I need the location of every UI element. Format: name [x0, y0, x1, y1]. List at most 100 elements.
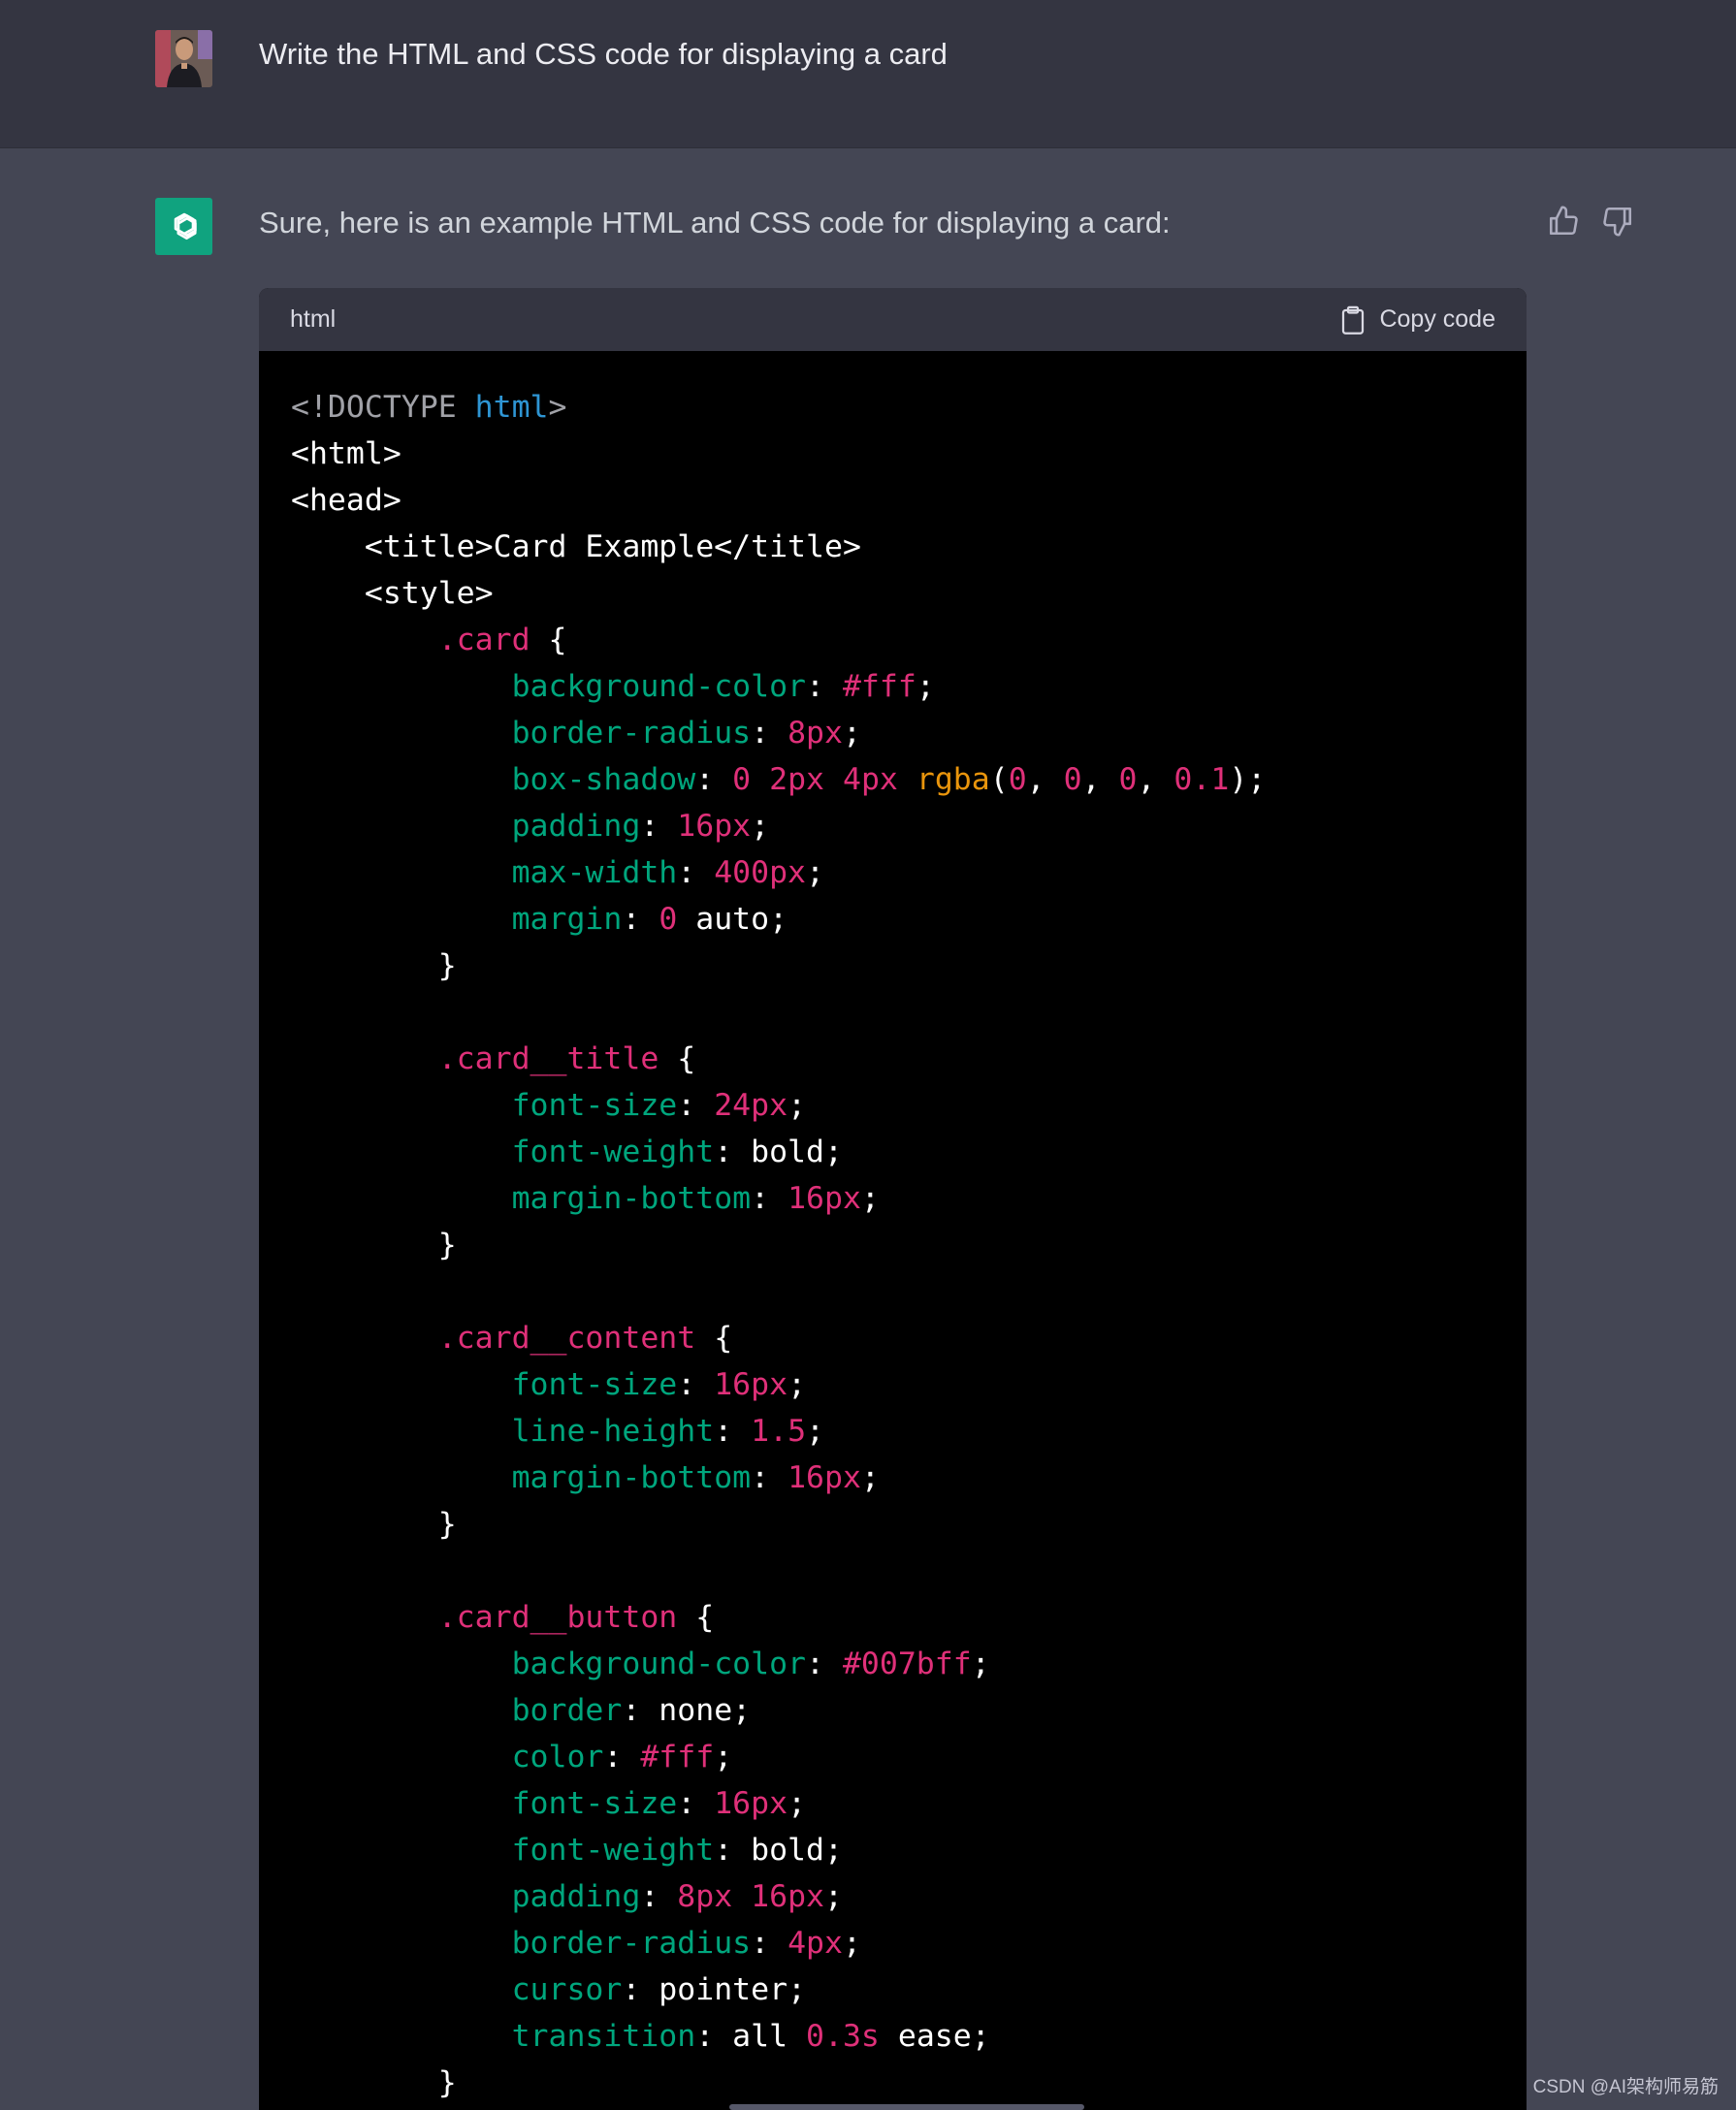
code-token: margin-bottom [511, 1181, 752, 1216]
code-token: 8px [677, 1879, 733, 1914]
code-line: border-radius: 4px; [291, 1920, 1495, 1966]
code-token: font-weight [511, 1135, 715, 1169]
code-token: } [437, 1228, 457, 1263]
code-token: <head> [291, 483, 402, 518]
code-line: font-size: 16px; [291, 1361, 1495, 1408]
code-token: <title>Card Example</title> [364, 529, 861, 564]
code-token: font-size [511, 1786, 678, 1821]
code-token: , [1081, 762, 1119, 797]
code-token: 16px [714, 1786, 788, 1821]
code-line: font-size: 16px; [291, 1780, 1495, 1827]
code-token: : [751, 1926, 788, 1961]
code-token: border-radius [511, 716, 752, 751]
code-line: transition: all 0.3s ease; [291, 2013, 1495, 2060]
code-token: 0.1 [1173, 762, 1230, 797]
code-token: { [659, 1041, 696, 1076]
code-line: .card__button { [291, 1594, 1495, 1641]
code-token: : [714, 1414, 752, 1449]
code-line: font-size: 24px; [291, 1082, 1495, 1129]
code-token: ; [788, 1367, 807, 1402]
code-line: } [291, 943, 1495, 989]
code-token: ( [989, 762, 1009, 797]
code-line: <html> [291, 431, 1495, 477]
code-token: ; [842, 716, 861, 751]
code-line: line-height: 1.5; [291, 1408, 1495, 1455]
code-token: 400px [714, 855, 807, 890]
code-token: : [677, 1088, 715, 1123]
thumbs-up-icon [1549, 206, 1578, 236]
code-token: ease; [879, 2019, 990, 2054]
code-block-header: html Copy code [259, 288, 1527, 351]
thumbs-up-button[interactable] [1544, 202, 1583, 240]
code-token: .card__button [437, 1600, 678, 1635]
openai-logo-icon [174, 212, 197, 240]
code-token: max-width [511, 855, 678, 890]
code-line: background-color: #007bff; [291, 1641, 1495, 1687]
code-token: : [640, 1879, 678, 1914]
code-token: 4px [842, 762, 898, 797]
code-token: 16px [788, 1181, 861, 1216]
copy-code-button[interactable]: Copy code [1340, 305, 1495, 335]
code-line: border: none; [291, 1687, 1495, 1734]
code-line: margin: 0 auto; [291, 896, 1495, 943]
code-token: } [437, 948, 457, 983]
code-token: : [622, 902, 659, 937]
code-token: : [603, 1740, 641, 1774]
code-line: font-weight: bold; [291, 1129, 1495, 1175]
code-token: font-weight [511, 1833, 715, 1868]
code-line: <style> [291, 570, 1495, 617]
code-token: 2px [769, 762, 825, 797]
code-token: #fff [842, 669, 916, 704]
code-line: } [291, 1222, 1495, 1268]
code-token: : bold; [714, 1135, 843, 1169]
code-line: color: #fff; [291, 1734, 1495, 1780]
code-token: ; [806, 855, 824, 890]
code-line: } [291, 1501, 1495, 1548]
user-avatar-photo-icon [155, 30, 212, 87]
code-token: border-radius [511, 1926, 752, 1961]
scroll-indicator[interactable] [729, 2104, 1084, 2110]
code-token: #fff [640, 1740, 715, 1774]
code-token: : bold; [714, 1833, 843, 1868]
code-token: .card__title [437, 1041, 659, 1076]
code-token: : [677, 1786, 715, 1821]
code-token: font-size [511, 1367, 678, 1402]
assistant-avatar [155, 198, 212, 255]
code-line: cursor: pointer; [291, 1966, 1495, 2013]
code-token: > [548, 390, 567, 425]
code-line: <head> [291, 477, 1495, 524]
code-line: <!DOCTYPE html> [291, 384, 1495, 431]
code-line: background-color: #fff; [291, 663, 1495, 710]
code-line: max-width: 400px; [291, 849, 1495, 896]
code-token: 0.3s [806, 2019, 880, 2054]
code-token: color [511, 1740, 604, 1774]
code-line: font-weight: bold; [291, 1827, 1495, 1873]
code-token: auto; [677, 902, 788, 937]
code-token: 24px [714, 1088, 788, 1123]
code-token: ; [714, 1740, 733, 1774]
code-token: font-size [511, 1088, 678, 1123]
code-token: : [751, 716, 788, 751]
code-token: 16px [751, 1879, 825, 1914]
thumbs-down-button[interactable] [1598, 202, 1637, 240]
code-token: 4px [788, 1926, 843, 1961]
code-token: : [751, 1460, 788, 1495]
code-token: ; [971, 1646, 990, 1681]
